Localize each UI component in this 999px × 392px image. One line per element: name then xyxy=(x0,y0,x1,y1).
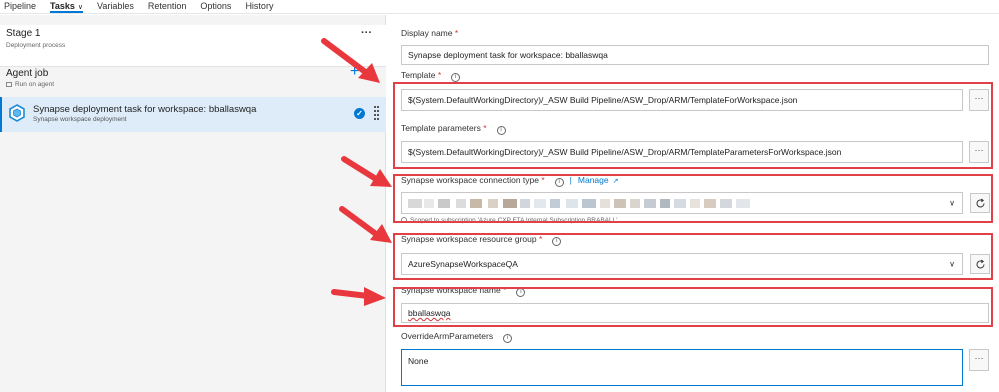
template-parameters-browse-button[interactable]: ··· xyxy=(969,141,989,163)
chevron-down-icon: ∨ xyxy=(949,198,955,208)
synapse-icon xyxy=(9,104,25,122)
template-browse-button[interactable]: ··· xyxy=(969,89,989,111)
info-icon[interactable]: i xyxy=(554,178,564,187)
override-arm-parameters-label: OverrideArmParameters i xyxy=(401,331,513,343)
task-subtitle: Synapse workspace deployment xyxy=(33,116,127,123)
override-arm-parameters-field[interactable]: None xyxy=(401,349,963,386)
annotation-arrow xyxy=(341,156,392,187)
template-label: Template * i xyxy=(401,70,461,82)
info-icon[interactable]: i xyxy=(552,237,562,246)
scope-note: Scoped to subscription 'Azure CXP FTA In… xyxy=(401,217,617,224)
chevron-down-icon: ∨ xyxy=(949,259,955,269)
workspace-name-field[interactable]: bballaswqa xyxy=(401,303,989,323)
workspace-name-label: Synapse workspace name * i xyxy=(401,285,526,297)
template-parameters-label: Template parameters * i xyxy=(401,123,506,135)
task-title: Synapse deployment task for workspace: b… xyxy=(33,104,257,115)
tab-options[interactable]: Options xyxy=(200,0,231,13)
annotation-arrow xyxy=(331,287,386,306)
task-item-synapse-deployment[interactable]: Synapse deployment task for workspace: b… xyxy=(0,97,386,132)
display-name-field[interactable]: Synapse deployment task for workspace: b… xyxy=(401,45,989,65)
stage-title: Stage 1 xyxy=(6,28,41,39)
refresh-icon xyxy=(976,259,984,268)
override-browse-button[interactable]: ··· xyxy=(969,349,989,371)
info-icon[interactable]: i xyxy=(516,288,526,297)
chevron-down-icon: ∨ xyxy=(77,4,84,11)
info-icon[interactable]: i xyxy=(496,126,506,135)
top-nav: Pipeline Tasks ∨ Variables Retention Opti… xyxy=(0,0,999,14)
tab-variables[interactable]: Variables xyxy=(97,0,134,13)
annotation-arrow xyxy=(339,206,392,243)
info-icon[interactable]: i xyxy=(503,334,513,343)
resource-group-label: Synapse workspace resource group * i xyxy=(401,234,562,246)
tab-history[interactable]: History xyxy=(245,0,273,13)
manage-link[interactable]: Manage xyxy=(578,175,609,185)
info-circle-icon xyxy=(401,217,407,223)
tab-pipeline[interactable]: Pipeline xyxy=(4,0,36,13)
template-parameters-field[interactable]: $(System.DefaultWorkingDirectory)/_ASW B… xyxy=(401,141,963,163)
connection-type-label: Synapse workspace connection type * i | Man… xyxy=(401,175,619,187)
stage-subtitle: Deployment process xyxy=(6,42,66,49)
tab-retention[interactable]: Retention xyxy=(148,0,187,13)
agent-job-subtitle: Run on agent xyxy=(6,81,54,88)
agent-job-title: Agent job xyxy=(6,68,49,79)
connection-type-select[interactable]: ∨ xyxy=(401,192,963,214)
server-icon xyxy=(6,82,12,87)
annotation-arrow xyxy=(321,38,380,83)
resource-group-select[interactable]: AzureSynapseWorkspaceQA ∨ xyxy=(401,253,963,275)
display-name-label: Display name * xyxy=(401,28,459,38)
refresh-connection-button[interactable] xyxy=(970,193,990,213)
info-icon[interactable]: i xyxy=(451,73,461,82)
drag-handle-icon[interactable] xyxy=(374,105,380,123)
check-circle-icon: ✓ xyxy=(354,108,365,119)
task-properties-panel: Display name * Synapse deployment task f… xyxy=(387,15,999,392)
redacted-connection-value xyxy=(408,198,750,208)
template-field[interactable]: $(System.DefaultWorkingDirectory)/_ASW B… xyxy=(401,89,963,111)
external-link-icon: ↗ xyxy=(612,178,619,185)
refresh-resource-group-button[interactable] xyxy=(970,254,990,274)
tab-tasks[interactable]: Tasks ∨ xyxy=(50,0,83,13)
refresh-icon xyxy=(976,198,984,207)
